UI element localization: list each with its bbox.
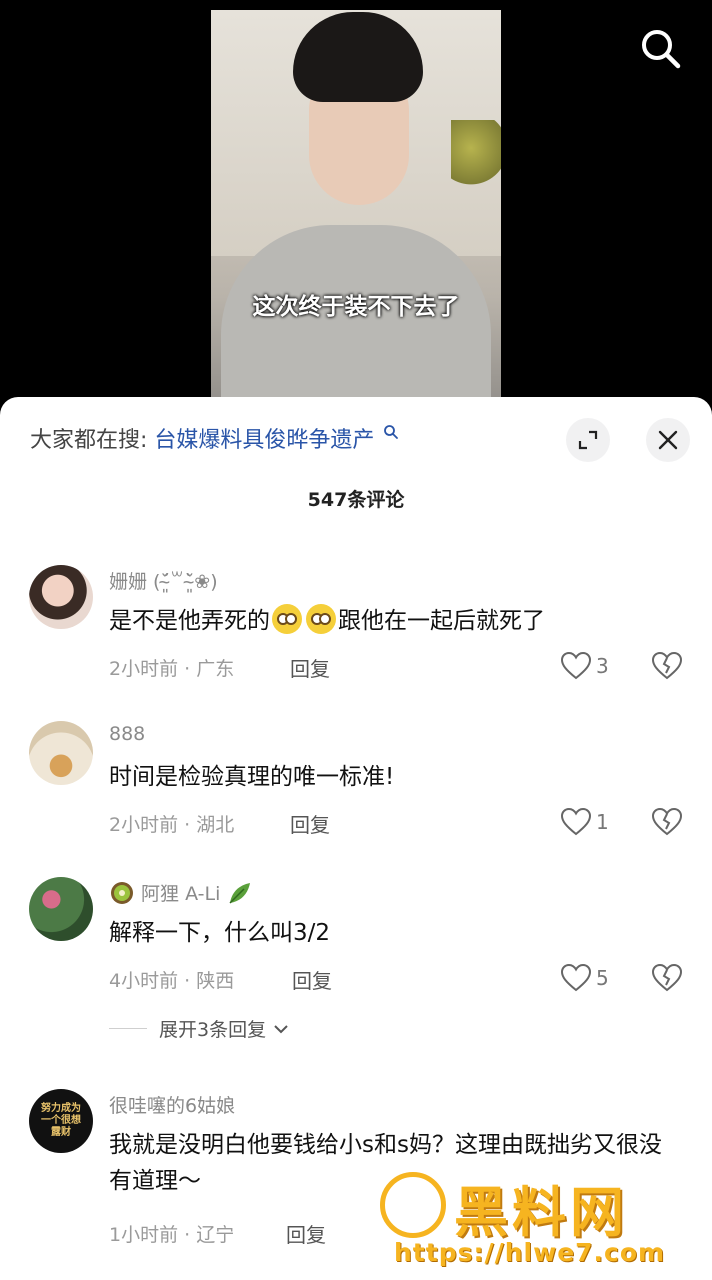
expand-sheet-button[interactable] [566,418,610,462]
comment-time-location: 2小时前 · 湖北 [109,814,235,836]
expand-replies-label: 展开3条回复 [159,1019,267,1041]
comment-text-part: 跟他在一起后就死了 [338,608,545,634]
comment-author[interactable]: 阿狸 A-Li [109,879,252,906]
comment-author[interactable]: 888 [109,723,145,745]
divider [109,1028,147,1029]
comment-text: 是不是他弄死的 跟他在一起后就死了 [109,603,679,639]
search-icon [642,30,681,69]
reply-button[interactable]: 回复 [290,809,330,838]
video-player[interactable]: 这次终于装不下去了 [0,0,712,420]
like-button[interactable]: 3 [560,651,609,681]
kiwi-emoji-icon [111,882,133,904]
heart-icon [560,807,592,836]
heart-icon [560,651,592,680]
watermark-logo-icon [380,1172,446,1238]
reply-button[interactable]: 回复 [290,653,330,682]
like-count: 3 [596,654,609,678]
broken-heart-icon [651,807,683,836]
leaf-emoji-icon [229,883,251,904]
heart-icon [560,963,592,992]
dislike-button[interactable] [651,807,683,841]
video-frame: 这次终于装不下去了 [211,10,501,420]
broken-heart-icon [651,963,683,992]
expand-icon [578,430,598,450]
avatar[interactable] [29,565,93,629]
like-button[interactable]: 5 [560,963,609,993]
dislike-button[interactable] [651,963,683,997]
avatar[interactable] [29,721,93,785]
close-button[interactable] [646,418,690,462]
comment-count: 547条评论 [307,489,405,511]
avatar[interactable] [29,877,93,941]
comment-author[interactable]: 很哇噻的6姑娘 [109,1091,235,1118]
reply-button[interactable]: 回复 [286,1219,326,1248]
comment-text-part: 是不是他弄死的 [109,608,270,634]
comment-sheet: 大家都在搜: 台媒爆料具俊晔争遗产 547条评论 姗姗 (˘̴͈́꒳˘̴͈̀❀)… [0,397,712,1280]
search-button[interactable] [638,26,682,70]
video-plant [451,120,501,190]
comment-text: 解释一下，什么叫3/2 [109,920,331,946]
like-count: 1 [596,810,609,834]
avatar-text: 努力成为一个很想露财 [41,1103,81,1138]
dislike-button[interactable] [651,651,683,685]
comment-time-location: 1小时前 · 辽宁 [109,1224,235,1246]
comment-time-location: 2小时前 · 广东 [109,658,235,680]
expand-replies-button[interactable]: 展开3条回复 [109,1015,290,1042]
dizzy-face-emoji-icon [306,604,336,634]
watermark-url: https://hlwe7.com [394,1238,666,1267]
comment-text: 时间是检验真理的唯一标准! [109,764,395,790]
broken-heart-icon [651,651,683,680]
watermark-title: 黑料网 [454,1181,628,1244]
small-search-icon [384,425,399,439]
reply-button[interactable]: 回复 [292,965,332,994]
dizzy-face-emoji-icon [272,604,302,634]
watermark: 黑料网 https://hlwe7.com [380,1168,712,1280]
avatar[interactable]: 努力成为一个很想露财 [29,1089,93,1153]
trending-search-label: 大家都在搜: [30,428,148,453]
trending-search[interactable]: 大家都在搜: 台媒爆料具俊晔争遗产 [30,422,399,454]
video-person-shirt [221,225,491,420]
comment-author[interactable]: 姗姗 (˘̴͈́꒳˘̴͈̀❀) [109,567,218,594]
like-button[interactable]: 1 [560,807,609,837]
close-icon [658,430,678,450]
video-caption: 这次终于装不下去了 [252,293,460,320]
trending-search-query[interactable]: 台媒爆料具俊晔争遗产 [154,428,374,453]
like-count: 5 [596,966,609,990]
chevron-down-icon [274,1024,288,1033]
comment-time-location: 4小时前 · 陕西 [109,970,235,992]
